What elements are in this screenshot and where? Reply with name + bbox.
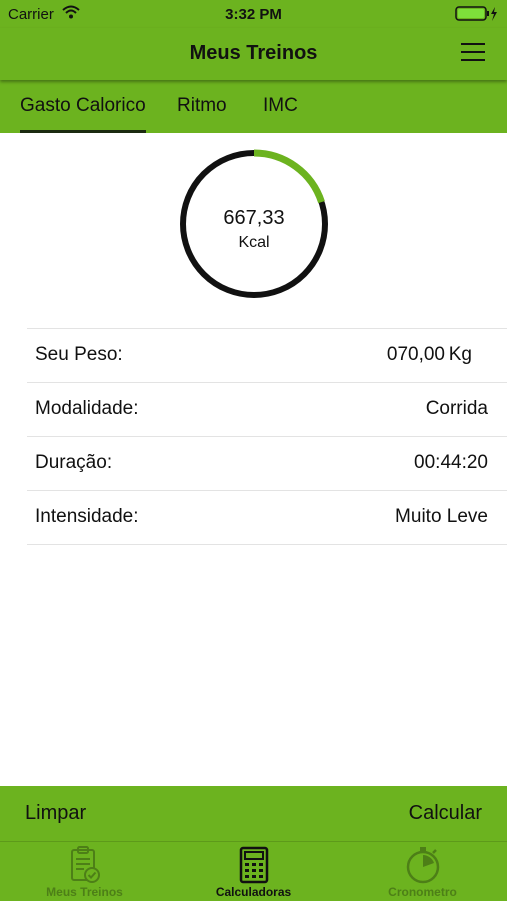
- weight-row[interactable]: Seu Peso: 070,00 Kg: [27, 329, 507, 383]
- tabbar-item-calculadoras[interactable]: Calculadoras: [169, 842, 338, 901]
- modality-value[interactable]: Corrida: [426, 383, 488, 435]
- weight-label: Seu Peso:: [35, 344, 123, 365]
- hamburger-menu-icon[interactable]: [461, 43, 485, 63]
- tabbar-label-meus-treinos: Meus Treinos: [46, 885, 123, 899]
- tabbar-item-meus-treinos[interactable]: Meus Treinos: [0, 842, 169, 901]
- tab-gasto-calorico[interactable]: Gasto Calorico: [20, 80, 146, 133]
- calculator-icon: [169, 846, 338, 889]
- intensity-value[interactable]: Muito Leve: [395, 491, 488, 543]
- duration-label: Duração:: [35, 452, 113, 473]
- action-bar: Limpar Calcular: [0, 786, 507, 841]
- calculator-form: Seu Peso: 070,00 Kg Modalidade: Corrida …: [27, 328, 507, 545]
- bottom-tab-bar: Meus Treinos Calculadoras Cronometro: [0, 841, 507, 901]
- status-bar: Carrier 3:32 PM: [0, 0, 507, 28]
- gauge-progress-arc: [253, 149, 325, 204]
- modality-row[interactable]: Modalidade: Corrida: [27, 383, 507, 437]
- duration-row[interactable]: Duração: 00:44:20: [27, 437, 507, 491]
- tab-ritmo[interactable]: Ritmo: [177, 80, 227, 133]
- duration-value[interactable]: 00:44:20: [414, 437, 488, 489]
- clipboard-check-icon: [0, 846, 169, 889]
- weight-unit: Kg: [448, 344, 472, 365]
- intensity-row[interactable]: Intensidade: Muito Leve: [27, 491, 507, 545]
- calorie-unit: Kcal: [238, 234, 270, 251]
- page-title: Meus Treinos: [189, 42, 318, 64]
- tabbar-label-cronometro: Cronometro: [388, 885, 457, 899]
- modality-label: Modalidade:: [35, 398, 139, 419]
- clear-button[interactable]: Limpar: [25, 786, 86, 841]
- calorie-value: 667,33: [223, 207, 285, 229]
- weight-value[interactable]: 070,00: [387, 329, 445, 381]
- stopwatch-icon: [338, 846, 507, 889]
- calculator-tabs: Gasto Calorico Ritmo IMC: [0, 80, 507, 133]
- calculate-button[interactable]: Calcular: [409, 786, 482, 841]
- navigation-bar: Meus Treinos: [0, 28, 507, 80]
- tab-imc[interactable]: IMC: [263, 80, 298, 133]
- battery-icon: [455, 6, 499, 27]
- tabbar-label-calculadoras: Calculadoras: [215, 885, 292, 899]
- intensity-label: Intensidade:: [35, 506, 139, 527]
- tabbar-item-cronometro[interactable]: Cronometro: [338, 842, 507, 901]
- status-time: 3:32 PM: [225, 6, 282, 23]
